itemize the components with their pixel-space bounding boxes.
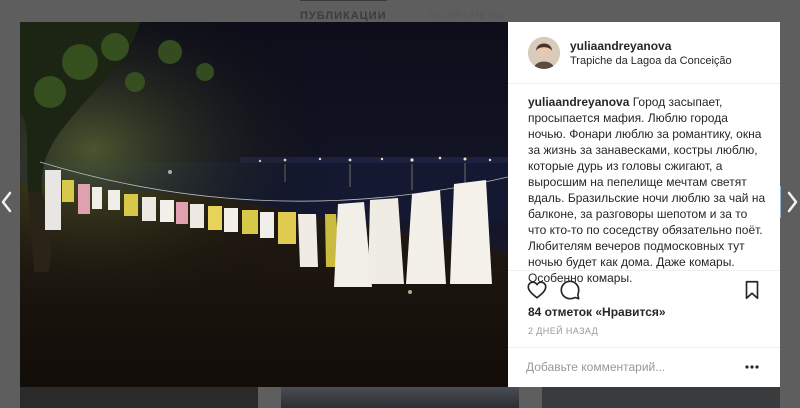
comment-input[interactable] bbox=[526, 357, 726, 377]
post-header: yuliaandreyanova Trapiche da Lagoa da Co… bbox=[508, 22, 780, 84]
post-timestamp: 2 ДНЕЙ НАЗАД bbox=[528, 326, 599, 336]
tab-publications[interactable]: ПУБЛИКАЦИИ bbox=[300, 0, 387, 22]
post-details-panel: yuliaandreyanova Trapiche da Lagoa da Co… bbox=[508, 22, 780, 387]
next-post-button[interactable] bbox=[779, 186, 800, 218]
like-button[interactable] bbox=[526, 279, 548, 301]
post-caption: yuliaandreyanova Город засыпает, просыпа… bbox=[528, 94, 768, 286]
previous-post-button[interactable] bbox=[0, 188, 14, 216]
avatar[interactable] bbox=[528, 37, 560, 69]
caption-username[interactable]: yuliaandreyanova bbox=[528, 95, 629, 109]
post-photo[interactable] bbox=[20, 22, 508, 387]
grid-thumbnail[interactable] bbox=[542, 387, 780, 408]
likes-count[interactable]: 84 отметок «Нравится» bbox=[528, 305, 666, 319]
comment-button[interactable] bbox=[559, 279, 581, 301]
chevron-left-icon bbox=[1, 191, 12, 213]
more-options-button[interactable] bbox=[744, 359, 760, 375]
grid-thumbnail[interactable] bbox=[20, 387, 258, 408]
post-username[interactable]: yuliaandreyanova bbox=[570, 39, 671, 53]
comment-icon bbox=[560, 280, 580, 300]
heart-icon bbox=[527, 281, 547, 299]
bookmark-icon bbox=[745, 280, 759, 300]
chevron-right-icon bbox=[779, 186, 798, 218]
caption-text: Город засыпает, просыпается мафия. Люблю… bbox=[528, 95, 766, 285]
grid-thumbnail[interactable] bbox=[281, 387, 519, 408]
save-button[interactable] bbox=[741, 279, 763, 301]
add-comment-bar bbox=[508, 347, 780, 387]
more-icon bbox=[745, 365, 759, 369]
post-location[interactable]: Trapiche da Lagoa da Conceição bbox=[570, 55, 732, 67]
post-actions bbox=[508, 270, 780, 304]
tab-saved[interactable]: СОХРАНЕНО bbox=[428, 10, 506, 22]
profile-tabs: ПУБЛИКАЦИИ СОХРАНЕНО bbox=[0, 0, 800, 22]
